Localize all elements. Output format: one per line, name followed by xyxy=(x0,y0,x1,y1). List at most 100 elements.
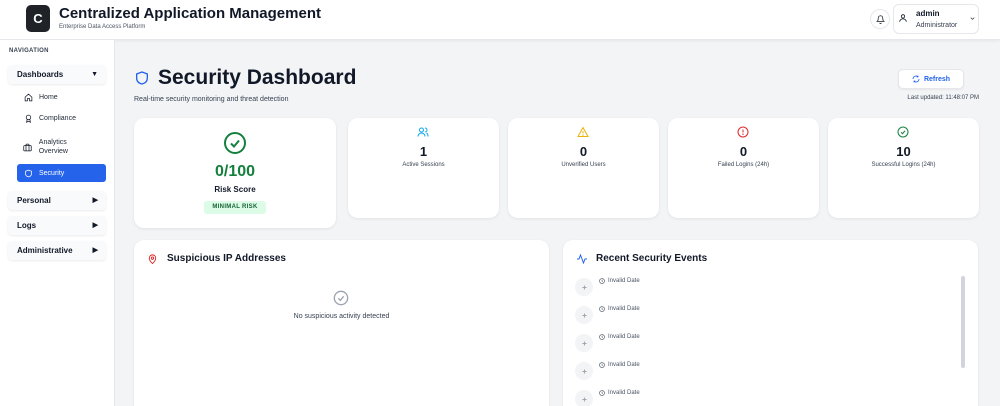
event-type-badge xyxy=(575,306,593,324)
map-pin-icon xyxy=(148,254,157,265)
warning-icon xyxy=(577,126,589,137)
alert-circle-icon xyxy=(737,126,749,138)
chevron-down-icon xyxy=(970,17,975,20)
sidebar-item-security[interactable]: Security xyxy=(17,164,106,182)
app-logo[interactable]: C xyxy=(26,5,50,32)
sparkle-icon xyxy=(581,340,587,346)
stat-value: 0 xyxy=(579,144,588,159)
check-circle-icon xyxy=(333,290,349,306)
event-row[interactable]: Invalid Date xyxy=(575,334,955,354)
sidebar: NAVIGATION Dashboards ▼ Home Compliance … xyxy=(0,40,115,406)
stat-card-successful-logins: 10 Successful Logins (24h) xyxy=(828,118,979,218)
stat-card-failed-logins: 0 Failed Logins (24h) xyxy=(668,118,819,218)
clock-icon xyxy=(599,278,605,284)
shield-icon xyxy=(136,71,148,85)
panel-title: Suspicious IP Addresses xyxy=(167,253,286,264)
event-time: Invalid Date xyxy=(599,278,640,284)
risk-score-value: 0/100 xyxy=(214,163,256,180)
clock-icon xyxy=(599,306,605,312)
app-title: Centralized Application Management xyxy=(59,5,321,22)
stat-card-unverified-users: 0 Unverified Users xyxy=(508,118,659,218)
event-time-text: Invalid Date xyxy=(608,278,640,284)
shield-icon xyxy=(24,169,32,177)
events-scrollbar[interactable] xyxy=(961,276,965,368)
logo-letter: C xyxy=(33,11,43,26)
users-icon xyxy=(417,127,429,137)
stat-value: 10 xyxy=(896,144,911,159)
stat-label: Failed Logins (24h) xyxy=(717,162,770,168)
event-time: Invalid Date xyxy=(599,306,640,312)
refresh-label: Refresh xyxy=(923,75,951,83)
user-role: Administrator xyxy=(916,22,958,29)
event-type-badge xyxy=(575,278,593,296)
award-icon xyxy=(25,114,31,123)
event-type-badge xyxy=(575,362,593,380)
user-menu[interactable]: admin Administrator xyxy=(893,4,979,34)
page-title: Security Dashboard xyxy=(158,66,357,89)
stat-label: Unverified Users xyxy=(561,162,606,168)
caret-right-icon: ▶ xyxy=(92,247,98,254)
check-circle-icon xyxy=(897,126,909,138)
nav-group-label: Logs xyxy=(17,221,37,230)
refresh-icon xyxy=(912,75,920,83)
page-subtitle: Real-time security monitoring and threat… xyxy=(134,96,289,103)
sidebar-item-label: Security xyxy=(39,169,65,177)
event-type-badge xyxy=(575,334,593,352)
last-updated: Last updated: 11:48:07 PM xyxy=(907,95,979,101)
risk-level-badge: MINIMAL RISK xyxy=(204,201,266,214)
app-header: C Centralized Application Management Ent… xyxy=(0,0,1000,40)
stat-label: Active Sessions xyxy=(402,162,445,168)
sparkle-icon xyxy=(581,396,587,402)
event-time-text: Invalid Date xyxy=(608,362,640,368)
activity-icon xyxy=(577,253,587,265)
nav-group-personal[interactable]: Personal ▶ xyxy=(8,191,106,210)
sidebar-item-compliance[interactable]: Compliance xyxy=(17,109,106,127)
clock-icon xyxy=(599,362,605,368)
nav-group-label: Personal xyxy=(17,196,51,205)
nav-group-dashboards[interactable]: Dashboards ▼ xyxy=(8,65,106,84)
event-type-badge xyxy=(575,390,593,406)
event-time-text: Invalid Date xyxy=(608,334,640,340)
event-row[interactable]: Invalid Date xyxy=(575,278,955,298)
home-icon xyxy=(24,93,32,101)
stat-value: 0 xyxy=(739,144,748,159)
sparkle-icon xyxy=(581,368,587,374)
clock-icon xyxy=(599,390,605,396)
risk-score-label: Risk Score xyxy=(214,185,256,194)
risk-score-card: 0/100 Risk Score MINIMAL RISK xyxy=(134,118,336,228)
stat-value: 1 xyxy=(419,144,428,159)
nav-group-label: Administrative xyxy=(17,246,73,255)
event-row[interactable]: Invalid Date xyxy=(575,306,955,326)
caret-right-icon: ▶ xyxy=(92,222,98,229)
sidebar-item-home[interactable]: Home xyxy=(17,88,106,106)
briefcase-icon xyxy=(23,143,33,151)
app-subtitle: Enterprise Data Access Platform xyxy=(59,24,146,30)
event-time: Invalid Date xyxy=(599,334,640,340)
panel-title: Recent Security Events xyxy=(596,253,708,264)
check-circle-icon xyxy=(224,132,246,154)
caret-right-icon: ▶ xyxy=(92,197,98,204)
stat-label: Successful Logins (24h) xyxy=(871,162,936,168)
suspicious-ip-panel: Suspicious IP Addresses No suspicious ac… xyxy=(134,240,549,406)
recent-events-panel: Recent Security Events Invalid Date Inva… xyxy=(563,240,978,406)
sparkle-icon xyxy=(581,284,587,290)
notifications-button[interactable] xyxy=(870,9,890,29)
sidebar-item-label: Compliance xyxy=(39,114,76,122)
event-time: Invalid Date xyxy=(599,362,640,368)
clock-icon xyxy=(599,334,605,340)
stat-card-active-sessions: 1 Active Sessions xyxy=(348,118,499,218)
sidebar-item-label: Analytics Overview xyxy=(38,139,68,155)
sidebar-item-label: Home xyxy=(39,93,58,101)
bell-icon xyxy=(875,14,885,24)
event-time-text: Invalid Date xyxy=(608,390,640,396)
user-name: admin xyxy=(916,9,940,18)
nav-group-logs[interactable]: Logs ▶ xyxy=(8,216,106,235)
refresh-button[interactable]: Refresh xyxy=(898,69,964,89)
event-row[interactable]: Invalid Date xyxy=(575,362,955,382)
sidebar-item-analytics[interactable]: Analytics Overview xyxy=(17,134,97,160)
nav-group-administrative[interactable]: Administrative ▶ xyxy=(8,241,106,260)
sparkle-icon xyxy=(581,312,587,318)
user-icon xyxy=(899,14,907,22)
event-time-text: Invalid Date xyxy=(608,306,640,312)
event-row[interactable]: Invalid Date xyxy=(575,390,955,406)
